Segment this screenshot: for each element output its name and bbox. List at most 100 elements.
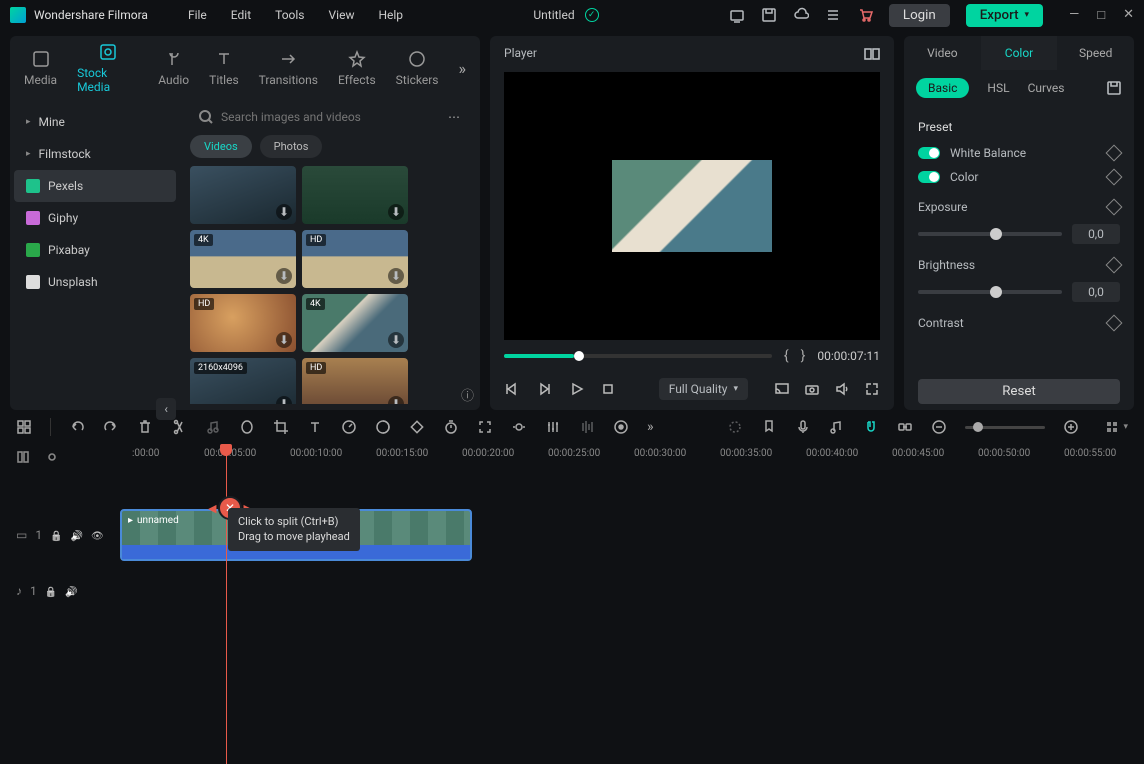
motion-icon[interactable] [511, 419, 527, 435]
view-dropdown[interactable]: ▾ [1123, 422, 1128, 432]
color-toggle[interactable] [918, 171, 940, 183]
grid-view-icon[interactable] [1107, 422, 1117, 432]
tab-audio[interactable]: Audio [158, 49, 189, 87]
download-icon[interactable]: ⬇ [388, 268, 404, 284]
adjust-icon[interactable] [545, 419, 561, 435]
menu-file[interactable]: File [188, 8, 207, 22]
source-pexels[interactable]: Pexels [14, 170, 176, 202]
reset-button[interactable]: Reset [918, 379, 1120, 404]
undo-button[interactable] [69, 419, 85, 435]
mute-icon[interactable] [65, 584, 77, 598]
save-preset-icon[interactable] [1106, 80, 1122, 96]
thumbnail[interactable]: 4K⬇ [190, 230, 296, 288]
music-beat-icon[interactable] [205, 419, 221, 435]
thumbnail[interactable]: ⬇ [302, 166, 408, 224]
download-icon[interactable]: ⬇ [276, 332, 292, 348]
thumbnail[interactable]: ⬇ [190, 166, 296, 224]
more-tools-button[interactable]: » [647, 419, 654, 435]
inspector-tab-speed[interactable]: Speed [1057, 36, 1134, 70]
player-scrubber[interactable] [504, 354, 772, 358]
login-button[interactable]: Login [889, 4, 950, 27]
marker-icon[interactable] [761, 419, 777, 435]
link-icon[interactable] [897, 419, 913, 435]
inspector-tab-video[interactable]: Video [904, 36, 981, 70]
tab-stock-media[interactable]: Stock Media [77, 42, 138, 94]
keyframe-icon[interactable] [1106, 199, 1123, 216]
zoom-in-button[interactable] [1063, 419, 1079, 435]
snapshot-compare-icon[interactable] [864, 46, 880, 62]
duration-icon[interactable] [443, 419, 459, 435]
brightness-value[interactable]: 0,0 [1072, 282, 1120, 302]
color-subtab-curves[interactable]: Curves [1028, 81, 1065, 95]
download-icon[interactable]: ⬇ [388, 396, 404, 404]
mute-icon[interactable] [71, 528, 83, 542]
keyframe-icon[interactable] [1106, 315, 1123, 332]
fullscreen-icon[interactable] [864, 381, 880, 397]
keyframe-tool-icon[interactable] [409, 419, 425, 435]
mask-icon[interactable] [239, 419, 255, 435]
save-icon[interactable] [761, 7, 777, 23]
zoom-slider[interactable] [965, 426, 1045, 429]
magnet-icon[interactable] [863, 419, 879, 435]
minimize-button[interactable]: — [1069, 7, 1079, 23]
tab-effects[interactable]: Effects [338, 49, 376, 87]
maximize-button[interactable]: □ [1097, 7, 1105, 23]
play-button[interactable] [568, 381, 584, 397]
brightness-slider[interactable] [918, 290, 1062, 294]
source-giphy[interactable]: Giphy [14, 202, 176, 234]
download-icon[interactable]: ⬇ [276, 204, 292, 220]
split-button[interactable] [171, 419, 187, 435]
auto-ripple-icon[interactable] [727, 419, 743, 435]
tab-stickers[interactable]: Stickers [396, 49, 439, 87]
audio-mix-icon[interactable] [579, 419, 595, 435]
download-icon[interactable]: ⬇ [276, 396, 292, 404]
download-icon[interactable]: ⬇ [388, 204, 404, 220]
device-icon[interactable] [729, 7, 745, 23]
redo-button[interactable] [103, 419, 119, 435]
exposure-value[interactable]: 0,0 [1072, 224, 1120, 244]
stop-button[interactable] [600, 381, 616, 397]
track-header-icon[interactable] [16, 449, 32, 465]
menu-view[interactable]: View [329, 8, 355, 22]
mark-out-button[interactable]: } [801, 348, 806, 364]
camera-icon[interactable] [804, 381, 820, 397]
info-icon[interactable]: ⓘ [461, 385, 474, 404]
menu-tools[interactable]: Tools [275, 8, 304, 22]
inspector-tab-color[interactable]: Color [981, 36, 1058, 70]
text-icon[interactable] [307, 419, 323, 435]
audio-sync-icon[interactable] [829, 419, 845, 435]
record-icon[interactable] [613, 419, 629, 435]
color-subtab-basic[interactable]: Basic [916, 78, 969, 98]
search-input[interactable] [221, 110, 440, 124]
tab-media[interactable]: Media [24, 49, 57, 87]
next-frame-button[interactable] [536, 381, 552, 397]
exposure-slider[interactable] [918, 232, 1062, 236]
voiceover-icon[interactable] [795, 419, 811, 435]
thumbnail[interactable]: HD⬇ [190, 294, 296, 352]
fit-icon[interactable] [477, 419, 493, 435]
keyframe-icon[interactable] [1106, 257, 1123, 274]
keyframe-icon[interactable] [1106, 145, 1123, 162]
color-icon[interactable] [375, 419, 391, 435]
lock-icon[interactable] [45, 584, 57, 598]
thumbnail[interactable]: HD⬇ [302, 230, 408, 288]
layout-icon[interactable] [16, 419, 32, 435]
white-balance-toggle[interactable] [918, 147, 940, 159]
zoom-out-button[interactable] [931, 419, 947, 435]
lock-icon[interactable] [50, 528, 62, 542]
menu-help[interactable]: Help [378, 8, 403, 22]
collapse-sources-button[interactable]: ‹ [156, 398, 176, 420]
download-icon[interactable]: ⬇ [388, 332, 404, 348]
delete-button[interactable] [137, 419, 153, 435]
cast-icon[interactable] [774, 381, 790, 397]
close-button[interactable]: ✕ [1123, 7, 1134, 23]
cart-icon[interactable] [857, 7, 873, 23]
visibility-icon[interactable] [91, 528, 104, 542]
tab-titles[interactable]: Titles [209, 49, 238, 87]
search-options-button[interactable]: ⋯ [448, 110, 462, 124]
keyframe-icon[interactable] [1106, 169, 1123, 186]
volume-icon[interactable] [834, 381, 850, 397]
expand-tabs-button[interactable]: » [459, 59, 467, 78]
source-mine[interactable]: ▸Mine [14, 106, 176, 138]
thumbnail[interactable]: 2160x4096⬇ [190, 358, 296, 404]
